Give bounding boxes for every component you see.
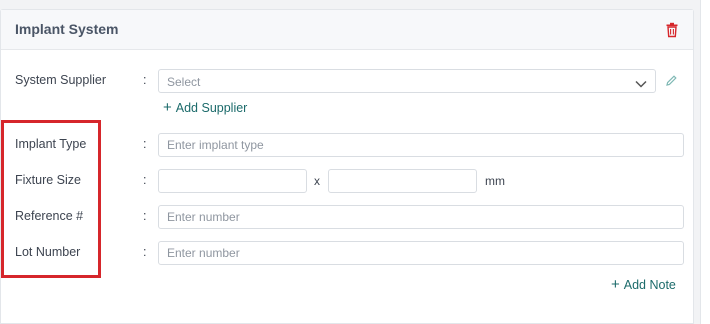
reference-number-input[interactable]	[158, 205, 684, 229]
card-header: Implant System	[1, 10, 693, 50]
add-supplier-label: Add Supplier	[175, 100, 248, 115]
plus-icon: +	[611, 276, 620, 293]
add-note-link[interactable]: + Add Note	[611, 277, 676, 292]
fixture-size-colon: :	[143, 173, 147, 187]
system-supplier-colon: :	[143, 73, 147, 87]
lot-number-input[interactable]	[158, 241, 684, 265]
add-note-label: Add Note	[623, 277, 676, 292]
fixture-size-width-input[interactable]	[158, 169, 307, 193]
adjacent-panel-edge	[700, 0, 710, 324]
reference-number-label: Reference #	[15, 209, 84, 223]
section-title: Implant System	[15, 21, 119, 37]
lot-number-label: Lot Number	[15, 245, 81, 259]
implant-type-input[interactable]	[158, 133, 684, 157]
fixture-size-separator: x	[314, 174, 320, 188]
chevron-down-icon	[635, 76, 647, 88]
add-supplier-link[interactable]: + Add Supplier	[163, 100, 247, 115]
fixture-size-length-input[interactable]	[328, 169, 477, 193]
system-supplier-select[interactable]: Select	[158, 69, 656, 93]
reference-number-colon: :	[143, 209, 147, 223]
implant-type-colon: :	[143, 137, 147, 151]
trash-icon[interactable]	[665, 22, 679, 38]
fixture-size-unit: mm	[485, 174, 505, 188]
implant-type-label: Implant Type	[15, 137, 87, 151]
pencil-icon[interactable]	[665, 74, 678, 87]
fixture-size-label: Fixture Size	[15, 173, 81, 187]
lot-number-colon: :	[143, 245, 147, 259]
plus-icon: +	[163, 99, 172, 116]
select-value: Select	[167, 75, 201, 89]
system-supplier-label: System Supplier	[15, 73, 107, 87]
implant-system-card: Implant System System Supplier : Select …	[0, 9, 694, 324]
